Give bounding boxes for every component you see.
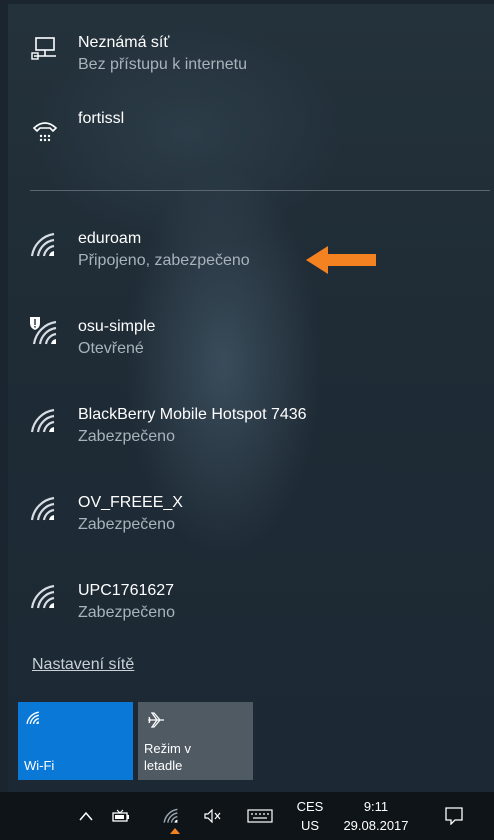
network-status: Zabezpečeno [78,604,175,621]
network-item-upc1761627[interactable]: UPC1761627 Zabezpečeno [8,566,494,646]
language-code: CES [296,799,324,814]
network-status: Zabezpečeno [78,428,175,445]
wifi-icon [30,406,60,436]
network-item-eduroam[interactable]: eduroam Připojeno, zabezpečeno [8,214,494,294]
dialup-phone-icon [30,116,60,146]
airplane-icon [146,710,166,733]
network-item-blackberry[interactable]: BlackBerry Mobile Hotspot 7436 Zabezpeče… [8,390,494,470]
taskbar: CES US 9:11 29.08.2017 [0,792,494,840]
network-name: OV_FREEE_X [78,494,183,511]
network-item-unknown[interactable]: Neznámá síť Bez přístupu k internetu [8,24,494,104]
clock-date: 29.08.2017 [343,818,409,833]
clock-time: 9:11 [363,799,389,814]
wifi-tile[interactable]: Wi-Fi [18,702,133,780]
keyboard-icon[interactable] [242,792,278,840]
airplane-label-line1: Režim v [144,741,191,756]
wired-monitor-icon [30,34,60,64]
section-divider [30,190,490,191]
network-item-fortissl[interactable]: fortissl [8,100,494,180]
volume-muted-icon[interactable] [198,792,228,840]
airplane-mode-tile[interactable]: Režim v letadle [138,702,253,780]
action-center-icon[interactable] [436,792,472,840]
network-name: BlackBerry Mobile Hotspot 7436 [78,406,307,423]
network-flyout: Neznámá síť Bez přístupu k internetu for… [8,4,494,792]
wifi-icon [30,494,60,524]
wifi-shield-icon [30,316,60,346]
network-name: Neznámá síť [78,34,170,51]
active-indicator [170,828,180,834]
clock[interactable]: 9:11 29.08.2017 [336,792,416,840]
network-name: eduroam [78,230,142,247]
language-indicator[interactable]: CES US [292,792,328,840]
network-name: fortissl [78,110,125,127]
network-status: Otevřené [78,340,144,357]
battery-icon[interactable] [106,792,136,840]
orange-arrow-annotation [306,246,376,274]
airplane-tile-label: Režim v letadle [144,740,191,774]
airplane-label-line2: letadle [144,758,183,773]
wifi-icon [26,710,42,729]
chevron-up-icon[interactable] [72,792,100,840]
network-status: Bez přístupu k internetu [78,56,247,73]
network-item-osu-simple[interactable]: osu-simple Otevřené [8,302,494,382]
network-name: UPC1761627 [78,582,175,599]
network-status: Zabezpečeno [78,516,175,533]
wifi-tile-label: Wi-Fi [24,758,55,773]
wifi-icon [30,230,60,260]
network-item-ov-freee-x[interactable]: OV_FREEE_X Zabezpečeno [8,478,494,558]
wifi-icon [30,582,60,612]
network-name: osu-simple [78,318,156,335]
network-settings-link[interactable]: Nastavení sítě [32,656,134,674]
network-status: Připojeno, zabezpečeno [78,252,250,269]
keyboard-layout: US [300,818,320,833]
